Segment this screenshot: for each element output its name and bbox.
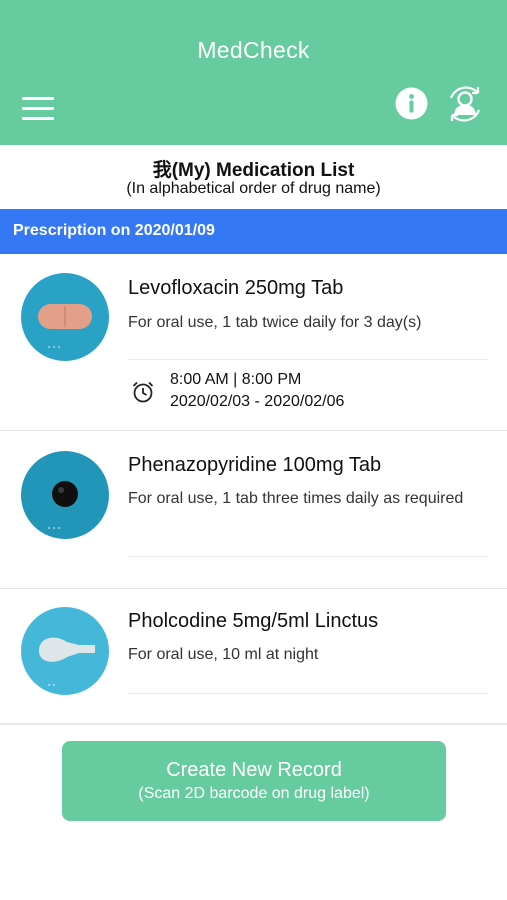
black-round-tablet-image — [21, 451, 109, 539]
app-header: MedCheck — [0, 0, 507, 145]
prescription-date-banner: Prescription on 2020/01/09 — [0, 209, 507, 254]
info-icon[interactable] — [395, 87, 428, 120]
medication-list-subtitle: (In alphabetical order of drug name) — [126, 180, 381, 197]
app-title: MedCheck — [197, 37, 310, 63]
hamburger-menu-icon[interactable] — [22, 97, 54, 121]
account-sync-icon[interactable] — [445, 84, 485, 124]
divider — [128, 359, 488, 360]
medication-name: Phenazopyridine 100mg Tab — [128, 454, 382, 476]
schedule-times: 8:00 AM | 8:00 PM — [170, 371, 302, 388]
medication-item-phenazopyridine[interactable]: Phenazopyridine 100mg Tab For oral use, … — [0, 431, 507, 589]
orange-tablet-image — [21, 273, 109, 361]
medication-list-title: 我(My) Medication List — [152, 160, 355, 181]
medication-name: Levofloxacin 250mg Tab — [128, 277, 344, 299]
medication-instructions: For oral use, 1 tab twice daily for 3 da… — [128, 314, 422, 331]
footer-divider — [0, 724, 507, 725]
medicine-spoon-image — [21, 607, 109, 695]
divider — [128, 693, 488, 694]
schedule-dates: 2020/02/03 - 2020/02/06 — [170, 393, 345, 410]
alarm-clock-icon — [131, 380, 155, 404]
create-button-sublabel: (Scan 2D barcode on drug label) — [138, 785, 370, 802]
create-button-label: Create New Record — [166, 759, 342, 781]
medication-instructions: For oral use, 1 tab three times daily as… — [128, 490, 464, 507]
medication-item-pholcodine[interactable]: Pholcodine 5mg/5ml Linctus For oral use,… — [0, 589, 507, 724]
medication-name: Pholcodine 5mg/5ml Linctus — [128, 610, 379, 632]
divider — [128, 556, 488, 557]
medication-instructions: For oral use, 10 ml at night — [128, 646, 319, 663]
create-new-record-button[interactable]: Create New Record (Scan 2D barcode on dr… — [62, 741, 446, 821]
medication-item-levofloxacin[interactable]: Levofloxacin 250mg Tab For oral use, 1 t… — [0, 254, 507, 431]
